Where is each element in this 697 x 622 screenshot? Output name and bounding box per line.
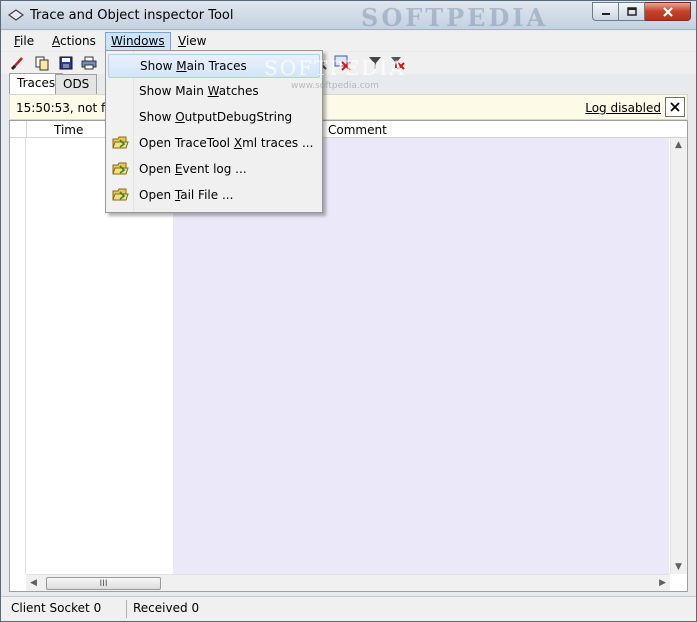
menu-open-tail-file[interactable]: Open Tail File ... [108, 184, 320, 208]
delete-window-icon [334, 55, 351, 71]
printer-icon [81, 56, 97, 70]
save-button[interactable] [57, 54, 75, 72]
menu-actions[interactable]: Actions [46, 32, 102, 51]
copy-icon [35, 56, 49, 71]
scroll-left-icon[interactable]: ◀ [30, 578, 37, 588]
window-controls [592, 2, 691, 21]
menu-open-xml-traces[interactable]: Open TraceTool Xml traces ... [108, 132, 320, 156]
menu-show-outputdebugstring[interactable]: Show OutputDebugString [108, 106, 320, 130]
title-bar[interactable]: Trace and Object inspector Tool SOFTPEDI… [1, 1, 696, 32]
row-gutter [10, 138, 26, 574]
column-header-time[interactable]: Time [54, 123, 83, 137]
clear-filter-button[interactable] [389, 54, 407, 72]
horizontal-scroll-thumb[interactable]: III [46, 577, 161, 590]
column-separator[interactable] [26, 121, 27, 138]
maximize-icon [626, 7, 637, 16]
menu-show-main-watches[interactable]: Show Main Watches [108, 80, 320, 104]
client-socket-label: Client Socket [11, 601, 90, 615]
scroll-up-icon[interactable]: ▲ [675, 140, 682, 150]
menu-show-main-traces[interactable]: Show Main Traces [108, 54, 320, 78]
app-window: Trace and Object inspector Tool SOFTPEDI… [0, 0, 697, 622]
clear-button[interactable] [9, 54, 27, 72]
infobar-close-button[interactable] [665, 97, 685, 117]
menu-file[interactable]: File [8, 32, 40, 51]
menu-bar: File Actions Windows View [1, 31, 696, 51]
menu-open-event-log[interactable]: Open Event log ... [108, 158, 320, 182]
vertical-scrollbar[interactable]: ▲ ▼ [670, 138, 687, 574]
menu-windows[interactable]: Windows [105, 32, 171, 51]
filter-button[interactable] [366, 54, 384, 72]
brush-icon [10, 57, 23, 71]
log-disabled-link[interactable]: Log disabled [585, 101, 661, 115]
minimize-icon [601, 12, 610, 15]
horizontal-scrollbar[interactable]: ◀ III ▶ [26, 574, 670, 591]
client-socket-value: 0 [93, 601, 102, 615]
filter-icon [369, 57, 381, 69]
copy-button[interactable] [33, 54, 51, 72]
open-folder-icon [112, 136, 129, 149]
print-button[interactable] [80, 54, 98, 72]
minimize-button[interactable] [592, 2, 619, 21]
window-title: Trace and Object inspector Tool [30, 8, 234, 23]
watermark-logo: SOFTPEDIA [361, 3, 549, 32]
save-icon [59, 56, 73, 70]
received-value: 0 [191, 601, 200, 615]
maximize-button[interactable] [619, 2, 645, 21]
scroll-down-icon[interactable]: ▼ [675, 562, 682, 572]
received-panel: Received 0 [131, 600, 251, 618]
close-icon [670, 102, 680, 112]
delete-view-button[interactable] [334, 54, 352, 72]
scroll-right-icon[interactable]: ▶ [659, 578, 666, 588]
close-button[interactable] [645, 2, 691, 21]
open-folder-icon [112, 188, 129, 201]
watermark-url: www.softpedia.com [291, 81, 379, 91]
client-socket-panel: Client Socket 0 [9, 600, 127, 618]
open-folder-icon [112, 162, 129, 175]
grip-icon: III [99, 578, 108, 589]
windows-menu-dropdown: Show Main Traces Show Main Watches Show … [105, 50, 323, 213]
column-header-comment[interactable]: Comment [328, 123, 387, 137]
close-icon [662, 6, 673, 17]
app-icon [8, 9, 24, 21]
tab-ods[interactable]: ODS [55, 74, 98, 94]
status-bar: Client Socket 0 Received 0 [1, 596, 696, 621]
menu-view[interactable]: View [172, 32, 212, 51]
clear-filter-icon [391, 57, 405, 70]
received-label: Received [133, 601, 188, 615]
